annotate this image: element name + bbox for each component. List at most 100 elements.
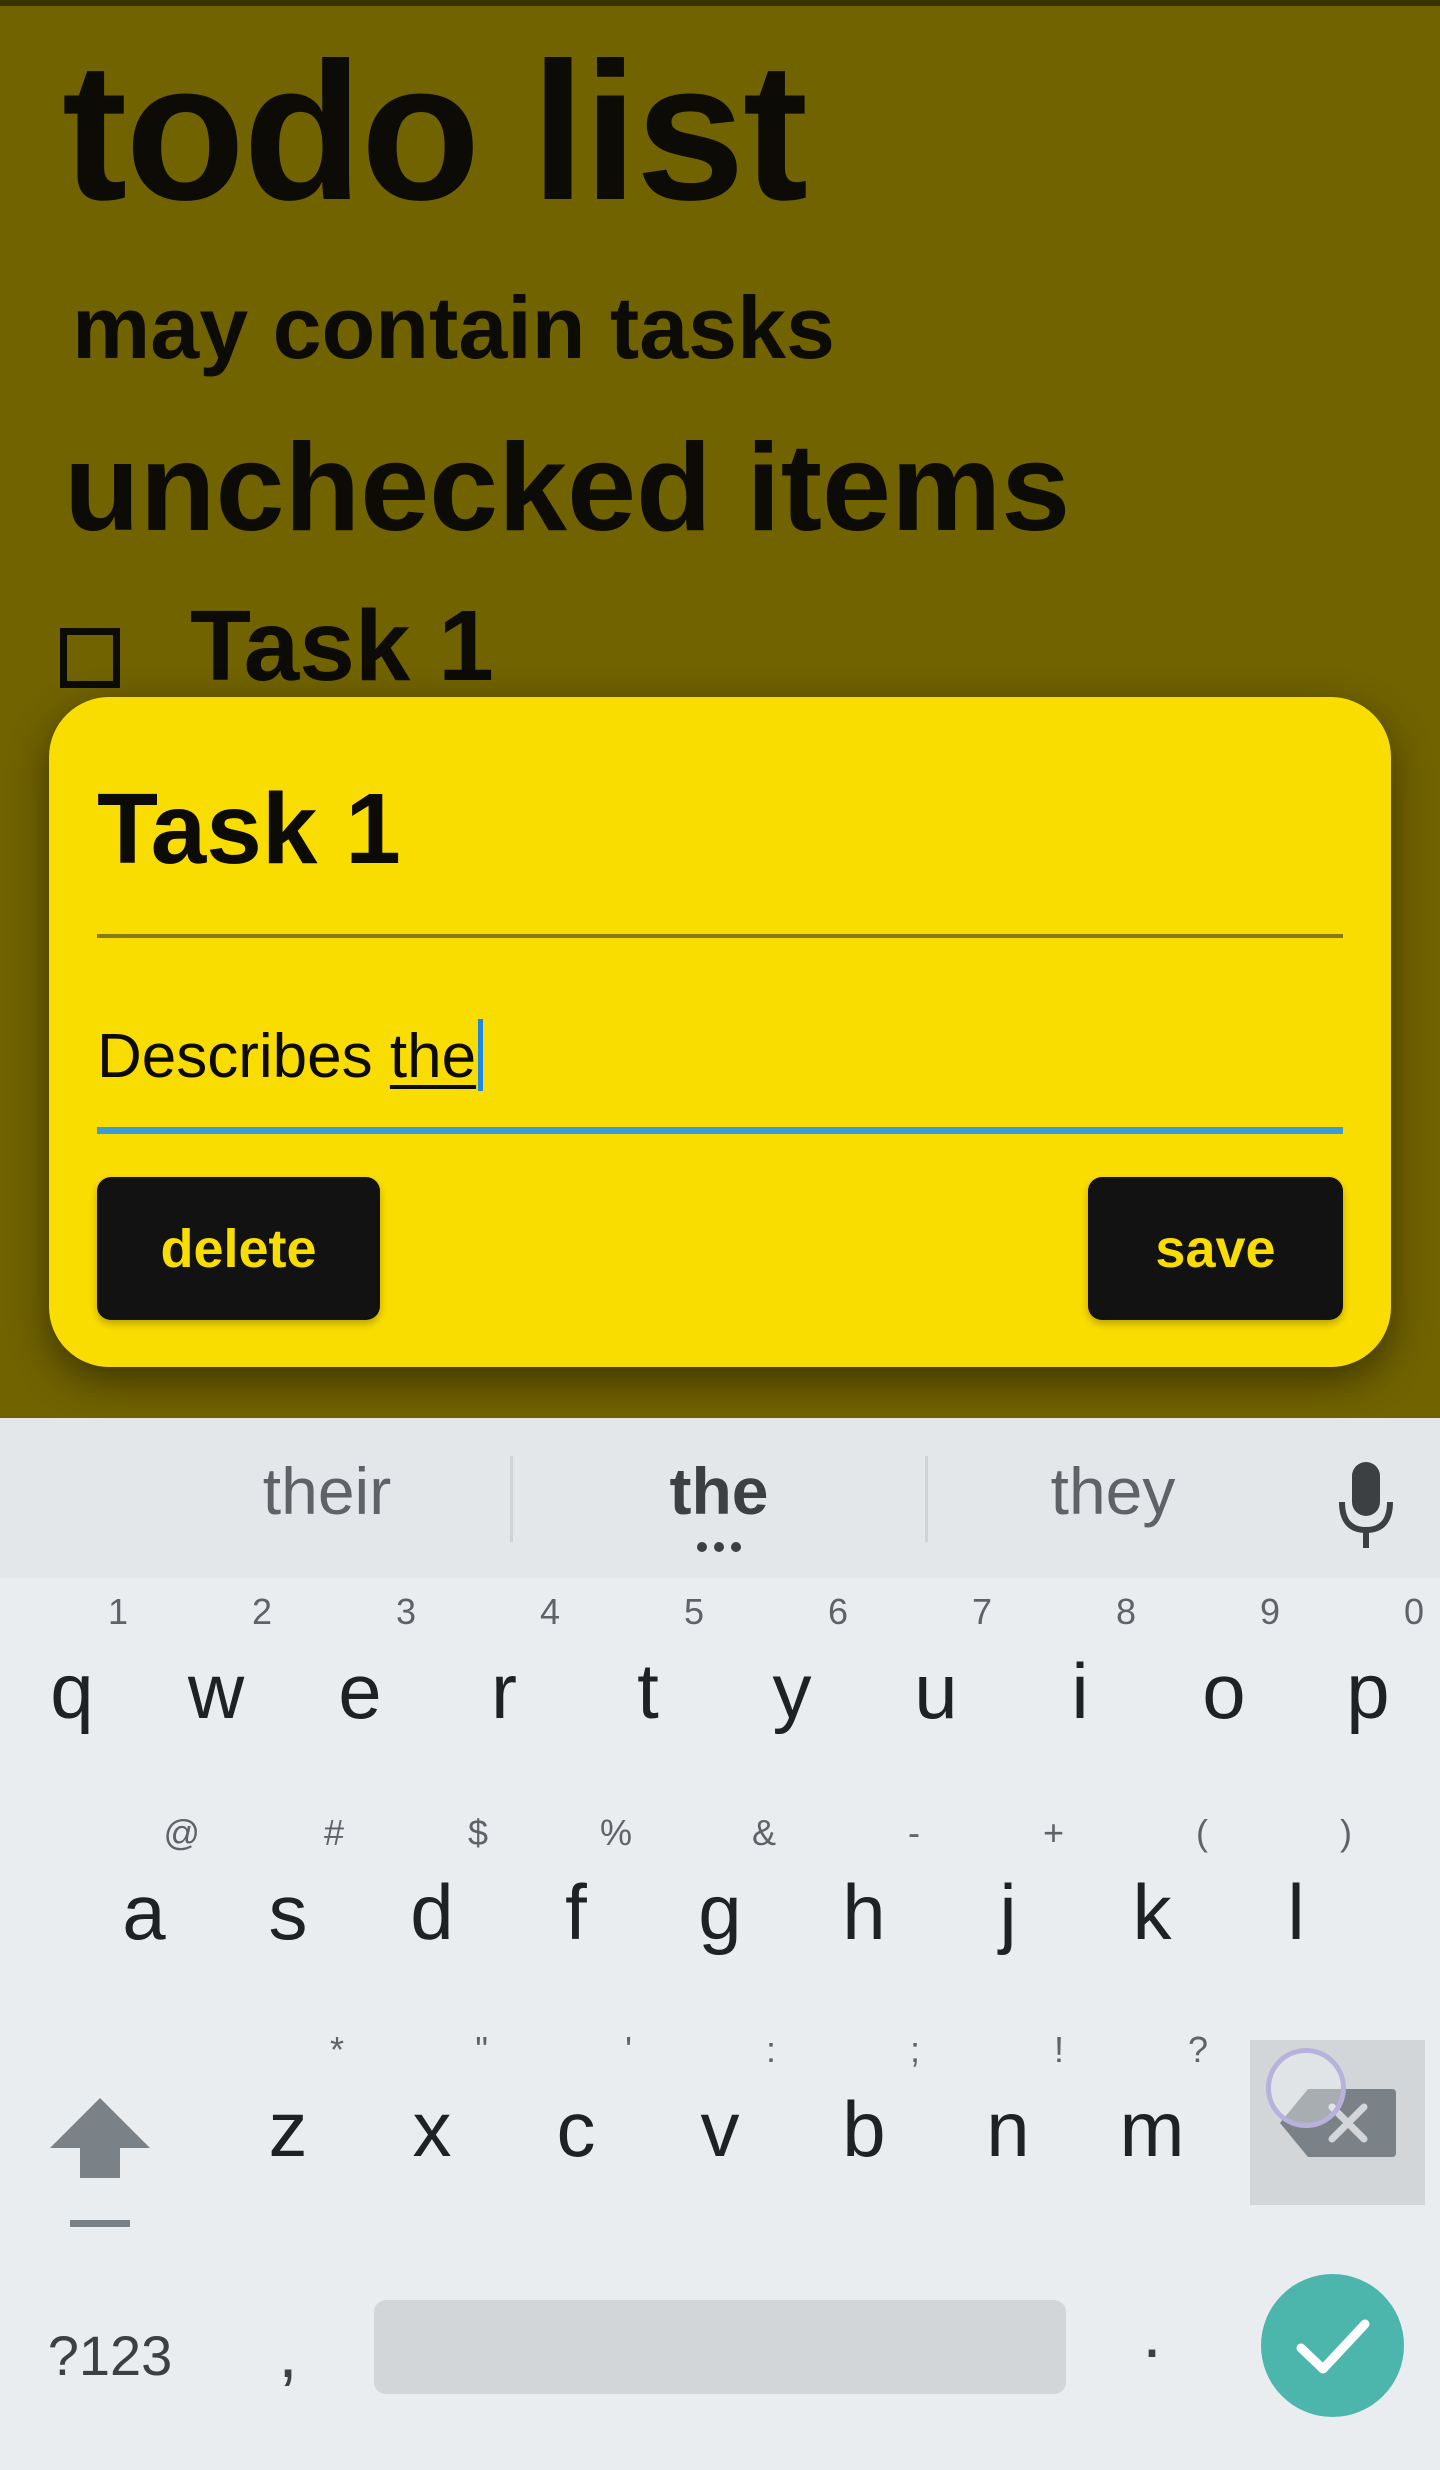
- key-c[interactable]: ' c: [504, 2028, 648, 2228]
- key-b[interactable]: ; b: [792, 2028, 936, 2228]
- key-label: a: [122, 1868, 166, 1956]
- key-label: t: [637, 1647, 659, 1735]
- key-label: z: [268, 2085, 308, 2173]
- microphone-icon[interactable]: [1336, 1460, 1396, 1550]
- key-hint: 4: [539, 1591, 560, 1632]
- key-x[interactable]: " x: [360, 2028, 504, 2228]
- key-n[interactable]: ! n: [936, 2028, 1080, 2228]
- key-w[interactable]: 2w: [144, 1590, 288, 1790]
- key-label: k: [1132, 1868, 1172, 1956]
- key-label: m: [1119, 2085, 1185, 2173]
- key-hint: -: [908, 1812, 920, 1853]
- key-label: f: [565, 1868, 587, 1956]
- suggestion-divider: [925, 1456, 928, 1542]
- key-hint: 8: [1115, 1591, 1136, 1632]
- comma-key[interactable]: ,: [238, 2318, 338, 2418]
- key-t[interactable]: 5t: [576, 1590, 720, 1790]
- backspace-key[interactable]: [1250, 2040, 1425, 2205]
- key-hint: &: [751, 1812, 776, 1853]
- key-label: d: [410, 1868, 454, 1956]
- task-label[interactable]: Task 1: [190, 596, 494, 696]
- composing-word: the: [389, 1022, 477, 1091]
- unchecked-items-heading: unchecked items: [64, 419, 1071, 557]
- key-hint: :: [765, 2029, 776, 2070]
- key-g[interactable]: & g: [648, 1811, 792, 2011]
- key-o[interactable]: 9o: [1152, 1590, 1296, 1790]
- key-z[interactable]: * z: [216, 2028, 360, 2228]
- page-title: todo list: [62, 22, 808, 241]
- task-title-field[interactable]: Task 1: [97, 779, 401, 879]
- key-hint: ;: [909, 2029, 920, 2070]
- checkmark-icon: [1296, 2319, 1369, 2373]
- key-label: u: [914, 1647, 958, 1735]
- key-l[interactable]: ) l: [1224, 1811, 1368, 2011]
- key-d[interactable]: $ d: [360, 1811, 504, 2011]
- key-y[interactable]: 6y: [720, 1590, 864, 1790]
- soft-keyboard: their the they 1q 2w 3e 4r 5t 6y 7u 8i 9…: [0, 1418, 1440, 2470]
- key-hint: !: [1053, 2029, 1064, 2070]
- key-v[interactable]: :v: [648, 2028, 792, 2228]
- suggestion-the[interactable]: the: [670, 1458, 769, 1524]
- key-label: r: [491, 1647, 517, 1735]
- key-hint: 3: [395, 1591, 416, 1632]
- key-label: c: [556, 2085, 596, 2173]
- key-i[interactable]: 8i: [1008, 1590, 1152, 1790]
- key-j[interactable]: + j: [936, 1811, 1080, 2011]
- key-hint: ": [475, 2029, 488, 2070]
- description-text[interactable]: Describes the: [97, 1019, 484, 1091]
- page-subtitle: may contain tasks: [72, 278, 835, 377]
- key-hint: 0: [1403, 1591, 1424, 1632]
- key-hint: 6: [827, 1591, 848, 1632]
- key-label: e: [338, 1647, 382, 1735]
- key-hint: ?: [1187, 2029, 1208, 2070]
- key-r[interactable]: 4r: [432, 1590, 576, 1790]
- delete-button[interactable]: delete: [97, 1177, 380, 1320]
- key-hint: 2: [251, 1591, 272, 1632]
- key-p[interactable]: 0p: [1296, 1590, 1440, 1790]
- task-checkbox[interactable]: [60, 628, 120, 688]
- key-hint: *: [329, 2029, 344, 2070]
- key-q[interactable]: 1q: [0, 1590, 144, 1790]
- key-hint: @: [163, 1812, 200, 1853]
- save-button[interactable]: save: [1088, 1177, 1343, 1320]
- key-hint: #: [323, 1812, 344, 1853]
- period-key[interactable]: .: [1102, 2298, 1202, 2398]
- key-label: g: [698, 1868, 742, 1956]
- key-label: y: [772, 1647, 812, 1735]
- key-e[interactable]: 3e: [288, 1590, 432, 1790]
- suggestion-strip: their the they: [0, 1418, 1440, 1578]
- more-suggestions-indicator: [697, 1542, 741, 1552]
- description-input[interactable]: Describes the: [97, 977, 1343, 1134]
- edit-task-dialog: Task 1 Describes the delete save: [49, 697, 1391, 1367]
- suggestion-their[interactable]: their: [263, 1458, 391, 1524]
- key-label: o: [1202, 1647, 1246, 1735]
- text-cursor: [478, 1019, 484, 1091]
- key-label: p: [1346, 1647, 1390, 1735]
- suggestion-they[interactable]: they: [1051, 1458, 1176, 1524]
- spacebar[interactable]: [374, 2300, 1066, 2394]
- key-hint: 7: [971, 1591, 992, 1632]
- touch-indicator: [1266, 2048, 1346, 2128]
- key-label: h: [842, 1868, 886, 1956]
- key-a[interactable]: @ a: [72, 1811, 216, 2011]
- key-m[interactable]: ? m: [1080, 2028, 1224, 2228]
- shift-icon[interactable]: [40, 2088, 160, 2238]
- key-label: v: [700, 2085, 740, 2173]
- key-h[interactable]: -h: [792, 1811, 936, 2011]
- symbols-key[interactable]: ?123: [0, 2316, 220, 2396]
- key-f[interactable]: % f: [504, 1811, 648, 2011]
- key-label: j: [999, 1868, 1017, 1956]
- description-prefix: Describes: [97, 1022, 390, 1091]
- key-label: l: [1287, 1868, 1305, 1956]
- enter-key[interactable]: [1261, 2274, 1404, 2417]
- key-k[interactable]: (k: [1080, 1811, 1224, 2011]
- key-label: b: [842, 2085, 886, 2173]
- key-label: n: [986, 2085, 1030, 2173]
- suggestion-divider: [510, 1456, 513, 1542]
- key-hint: 5: [683, 1591, 704, 1632]
- key-label: i: [1071, 1647, 1089, 1735]
- key-hint: ): [1340, 1812, 1352, 1853]
- key-hint: 1: [107, 1591, 128, 1632]
- key-s[interactable]: # s: [216, 1811, 360, 2011]
- key-u[interactable]: 7u: [864, 1590, 1008, 1790]
